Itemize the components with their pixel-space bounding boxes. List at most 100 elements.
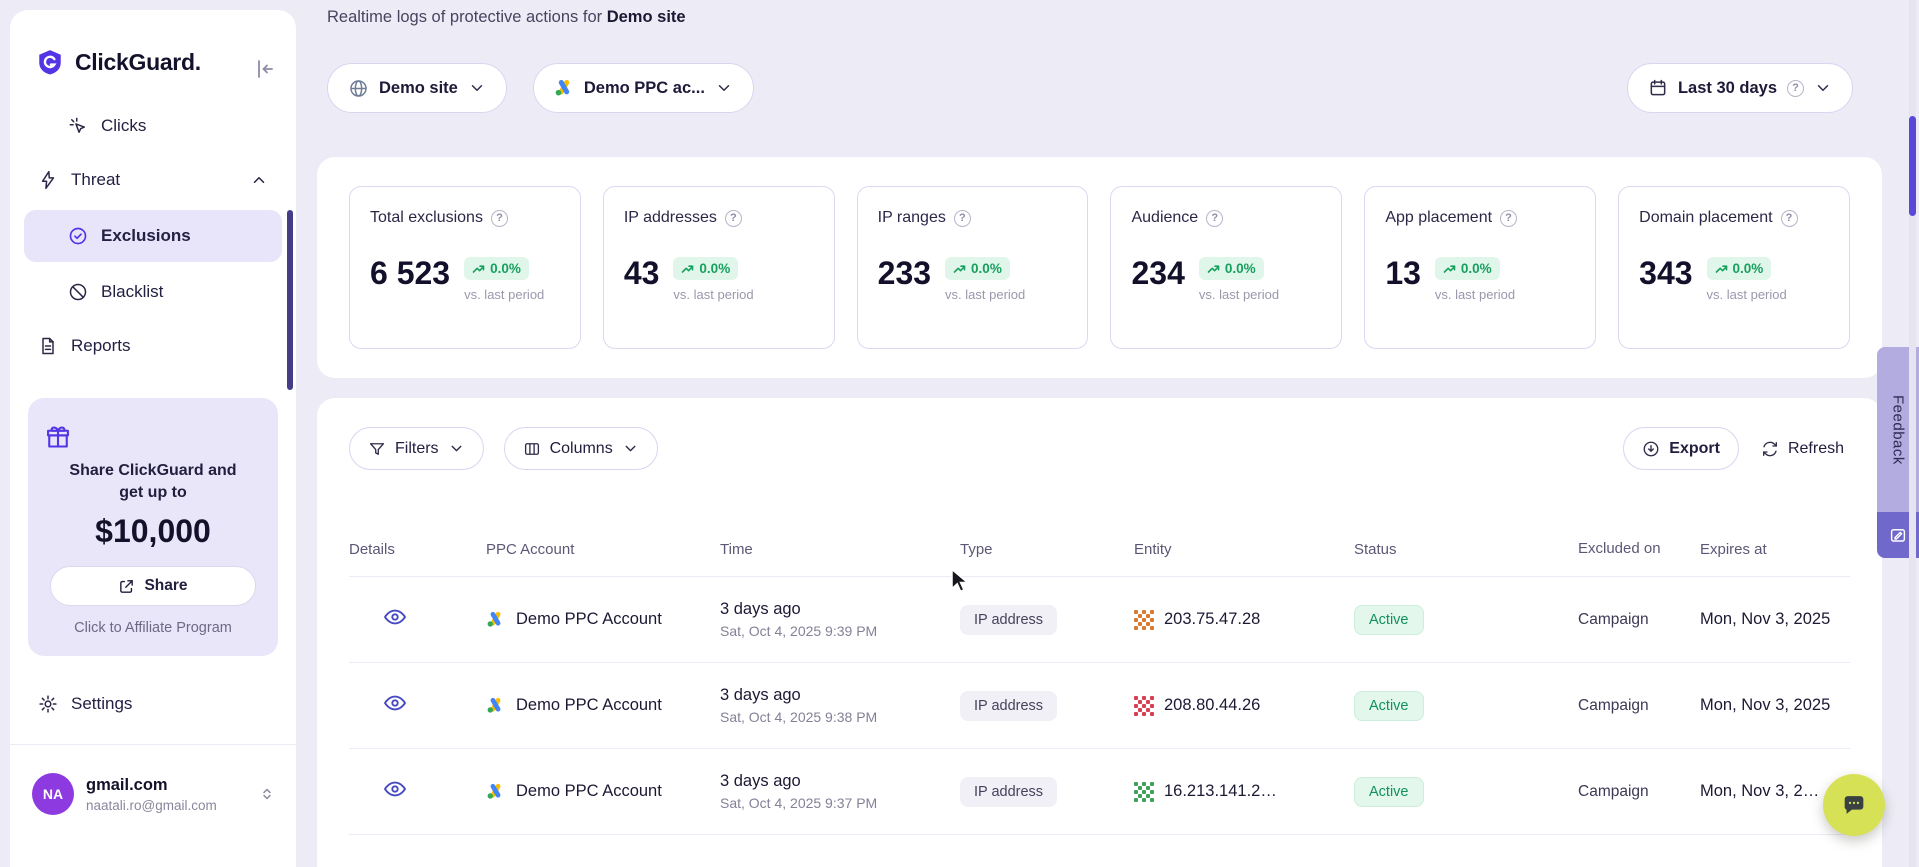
trend-badge: 0.0%: [464, 257, 529, 280]
entity-identicon: [1134, 782, 1154, 802]
page-scrollbar-thumb[interactable]: [1909, 116, 1916, 216]
shield-check-icon: [68, 226, 88, 246]
chat-bubble-icon: [1840, 791, 1868, 819]
time-exact: Sat, Oct 4, 2025 9:37 PM: [720, 795, 960, 811]
affiliate-link[interactable]: Click to Affiliate Program: [44, 620, 262, 636]
gear-icon: [38, 694, 58, 714]
ppc-account-name: Demo PPC Account: [516, 696, 662, 715]
sidebar-item-label: Blacklist: [101, 282, 163, 302]
trend-compare-label: vs. last period: [1435, 287, 1515, 302]
refresh-button[interactable]: Refresh: [1755, 427, 1850, 470]
share-button[interactable]: Share: [50, 566, 256, 606]
gift-icon: [44, 422, 262, 450]
column-header-details: Details: [349, 541, 486, 558]
view-details-button[interactable]: [383, 604, 409, 630]
stat-card-domain-placement: Domain placement? 343 0.0% vs. last peri…: [1618, 186, 1850, 349]
zap-icon: [38, 170, 58, 190]
affiliate-promo-card: Share ClickGuard and get up to $10,000 S…: [28, 398, 278, 656]
table-row: Demo PPC Account 3 days agoSat, Oct 4, 2…: [349, 576, 1850, 662]
table-toolbar: Filters Columns Export: [349, 427, 1850, 470]
type-badge: IP address: [960, 691, 1057, 721]
export-button[interactable]: Export: [1623, 427, 1739, 470]
google-ads-icon: [486, 610, 505, 629]
sidebar-item-exclusions[interactable]: Exclusions: [24, 210, 282, 262]
account-email: naatali.ro@gmail.com: [86, 798, 217, 813]
trend-compare-label: vs. last period: [464, 287, 544, 302]
eye-icon: [383, 691, 407, 715]
trend-badge: 0.0%: [673, 257, 738, 280]
promo-amount: $10,000: [44, 513, 262, 550]
sidebar-item-label: Reports: [71, 336, 131, 356]
table-row-partial: 3 days ago: [349, 834, 1850, 867]
account-menu[interactable]: NA gmail.com naatali.ro@gmail.com: [10, 745, 296, 815]
eye-icon: [383, 605, 407, 629]
stat-label: IP ranges: [878, 209, 946, 227]
help-icon[interactable]: ?: [1206, 210, 1223, 227]
selector-row: Demo site Demo PPC ac...: [327, 63, 754, 113]
trend-compare-label: vs. last period: [945, 287, 1025, 302]
help-icon[interactable]: ?: [725, 210, 742, 227]
stat-card-ip-addresses: IP addresses? 43 0.0% vs. last period: [603, 186, 835, 349]
help-icon[interactable]: ?: [954, 210, 971, 227]
page-subtitle: Realtime logs of protective actions for …: [327, 8, 686, 27]
sidebar-item-clicks[interactable]: Clicks: [24, 102, 282, 150]
date-range-selector[interactable]: Last 30 days ?: [1627, 63, 1853, 113]
filters-button[interactable]: Filters: [349, 427, 484, 470]
sidebar-item-reports[interactable]: Reports: [24, 322, 282, 370]
time-exact: Sat, Oct 4, 2025 9:39 PM: [720, 623, 960, 639]
excluded-on-value: Campaign: [1578, 697, 1700, 715]
stat-value: 43: [624, 257, 660, 289]
excluded-on-value: Campaign: [1578, 611, 1700, 629]
expires-at-value: Mon, Nov 3, 2025: [1700, 696, 1850, 715]
settings-label: Settings: [71, 694, 132, 714]
external-link-icon: [118, 578, 135, 595]
stat-value: 6 523: [370, 257, 450, 289]
sidebar-collapse-button[interactable]: [252, 56, 278, 82]
stat-label: IP addresses: [624, 209, 717, 227]
chevron-down-icon: [715, 79, 733, 97]
google-ads-icon: [486, 782, 505, 801]
stat-label: Total exclusions: [370, 209, 483, 227]
account-info: gmail.com naatali.ro@gmail.com: [86, 776, 217, 813]
trend-up-icon: [953, 262, 966, 275]
calendar-icon: [1648, 78, 1668, 98]
columns-button[interactable]: Columns: [504, 427, 658, 470]
columns-label: Columns: [550, 440, 613, 458]
view-details-button[interactable]: [383, 776, 409, 802]
subtitle-text: Realtime logs of protective actions for: [327, 8, 607, 26]
filter-icon: [368, 440, 386, 458]
chevron-down-icon: [448, 440, 465, 457]
feedback-label: Feedback: [1890, 395, 1907, 465]
help-icon[interactable]: ?: [1781, 210, 1798, 227]
stat-card-total-exclusions: Total exclusions? 6 523 0.0% vs. last pe…: [349, 186, 581, 349]
sidebar-scrollbar-thumb[interactable]: [287, 210, 293, 390]
sidebar-item-threat[interactable]: Threat: [24, 156, 282, 204]
help-icon[interactable]: ?: [491, 210, 508, 227]
trend-badge: 0.0%: [1199, 257, 1264, 280]
sidebar-item-blacklist[interactable]: Blacklist: [24, 268, 282, 316]
stat-label: Audience: [1131, 209, 1198, 227]
column-header-type: Type: [960, 541, 1134, 558]
status-badge: Active: [1354, 605, 1424, 635]
help-icon[interactable]: ?: [1500, 210, 1517, 227]
filters-label: Filters: [395, 440, 439, 458]
trend-badge: 0.0%: [1707, 257, 1772, 280]
entity-identicon: [1134, 696, 1154, 716]
ppc-account-selector[interactable]: Demo PPC ac...: [533, 63, 754, 113]
columns-icon: [523, 440, 541, 458]
chat-launcher-button[interactable]: [1823, 774, 1885, 836]
sidebar-item-settings[interactable]: Settings: [24, 680, 282, 728]
site-selector[interactable]: Demo site: [327, 63, 507, 113]
entity-value: 16.213.141.2…: [1164, 782, 1277, 801]
column-header-status: Status: [1354, 541, 1578, 558]
help-icon[interactable]: ?: [1787, 80, 1804, 97]
view-details-button[interactable]: [383, 690, 409, 716]
entity-identicon: [1134, 610, 1154, 630]
stat-label: App placement: [1385, 209, 1492, 227]
refresh-icon: [1761, 440, 1779, 458]
stat-card-app-placement: App placement? 13 0.0% vs. last period: [1364, 186, 1596, 349]
trend-up-icon: [1207, 262, 1220, 275]
trend-badge: 0.0%: [1435, 257, 1500, 280]
stat-card-ip-ranges: IP ranges? 233 0.0% vs. last period: [857, 186, 1089, 349]
excluded-on-value: Campaign: [1578, 783, 1700, 801]
